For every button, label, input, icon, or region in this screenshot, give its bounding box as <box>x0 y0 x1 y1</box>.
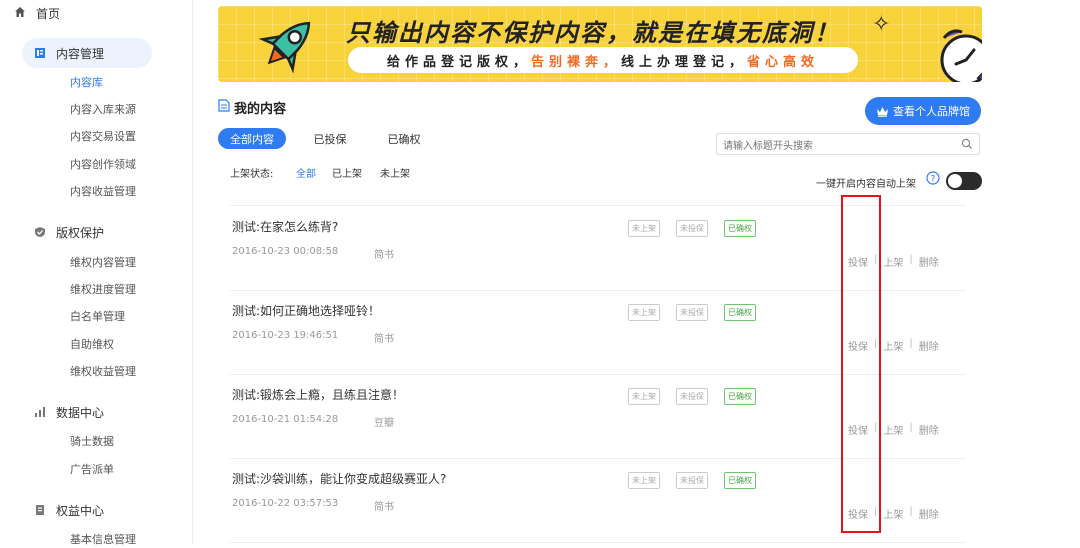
banner-sub-3: 线上办理登记， <box>621 54 748 70</box>
row-source: 简书 <box>374 502 394 513</box>
brand-hall-label: 查看个人品牌馆 <box>893 105 970 118</box>
row-date: 2016-10-23 19:46:51 <box>232 330 339 341</box>
row-date: 2016-10-21 01:54:28 <box>232 414 339 425</box>
separator: | <box>909 506 913 517</box>
tag-unlisted: 未上架 <box>628 304 660 321</box>
sidebar-item-whitelist[interactable]: 白名单管理 <box>70 309 125 325</box>
tag-uninsured: 未投保 <box>676 304 708 321</box>
tag-confirmed: 已确权 <box>724 388 756 405</box>
shield-icon <box>35 227 45 237</box>
banner-sub-4: 省心高效 <box>747 54 820 70</box>
sidebar-item-basic-info[interactable]: 基本信息管理 <box>70 532 136 548</box>
sidebar-item-rider-data[interactable]: 骑士数据 <box>70 434 114 450</box>
delete-button[interactable]: 删除 <box>919 506 939 521</box>
separator: | <box>909 338 913 349</box>
promo-banner[interactable]: 只输出内容不保护内容，就是在填无底洞！ ✧ 给作品登记版权， 告别裸奔， 线上办… <box>218 6 982 82</box>
delete-button[interactable]: 删除 <box>919 338 939 353</box>
row-date: 2016-10-22 03:57:53 <box>232 498 339 509</box>
sidebar-group-label: 权益中心 <box>56 503 105 518</box>
sidebar-item-self-rights[interactable]: 自助维权 <box>70 337 114 353</box>
sidebar-item-content-field[interactable]: 内容创作领域 <box>70 157 136 173</box>
separator: | <box>909 422 913 433</box>
sidebar-group-label: 数据中心 <box>56 405 105 420</box>
sidebar: 首页 内容管理 内容库 内容入库来源 内容交易设置 内容创作领域 内容收益管理 … <box>0 0 193 546</box>
sidebar-group-content[interactable]: 内容管理 <box>22 38 152 68</box>
sparkle-icon: ✧ <box>872 12 891 37</box>
banner-subtitle: 给作品登记版权， 告别裸奔， 线上办理登记， 省心高效 <box>348 47 858 73</box>
search-box[interactable] <box>716 133 980 157</box>
bar-chart-icon <box>35 407 45 417</box>
row-title[interactable]: 测试:在家怎么练背? <box>232 218 338 235</box>
search-icon[interactable] <box>961 138 973 150</box>
filter-listed[interactable]: 已上架 <box>332 165 362 180</box>
filter-label: 上架状态: <box>230 169 274 180</box>
row-title[interactable]: 测试:沙袋训练，能让你变成超级赛亚人? <box>232 470 446 487</box>
sidebar-item-content-income[interactable]: 内容收益管理 <box>70 184 136 200</box>
tab-all-content[interactable]: 全部内容 <box>218 128 286 149</box>
tag-confirmed: 已确权 <box>724 304 756 321</box>
tag-unlisted: 未上架 <box>628 472 660 489</box>
rocket-icon <box>258 21 311 74</box>
tab-insured[interactable]: 已投保 <box>302 128 358 149</box>
sidebar-item-content-trade[interactable]: 内容交易设置 <box>70 129 136 145</box>
document-icon <box>218 99 230 112</box>
row-source: 豆瓣 <box>374 418 394 429</box>
sidebar-item-content-source[interactable]: 内容入库来源 <box>70 102 136 118</box>
crown-icon <box>877 106 888 117</box>
search-input[interactable] <box>717 136 959 157</box>
tag-unlisted: 未上架 <box>628 388 660 405</box>
sidebar-group-rights[interactable]: 权益中心 <box>22 495 152 525</box>
auto-list-label: 一键开启内容自动上架 <box>816 179 916 190</box>
auto-list-toggle[interactable] <box>946 172 982 190</box>
brand-hall-button[interactable]: 查看个人品牌馆 <box>865 97 981 125</box>
tag-confirmed: 已确权 <box>724 220 756 237</box>
tag-unlisted: 未上架 <box>628 220 660 237</box>
svg-text:?: ? <box>931 175 936 185</box>
tag-uninsured: 未投保 <box>676 388 708 405</box>
banner-sub-2: 告别裸奔， <box>530 54 621 70</box>
sidebar-item-ad-dispatch[interactable]: 广告派单 <box>70 462 114 478</box>
row-title[interactable]: 测试:锻炼会上瘾，且练且注意！ <box>232 386 404 403</box>
sidebar-group-label: 内容管理 <box>56 46 105 61</box>
separator: | <box>909 254 913 265</box>
sidebar-item-rights-income[interactable]: 维权收益管理 <box>70 364 136 380</box>
delete-button[interactable]: 删除 <box>919 254 939 269</box>
sidebar-item-home[interactable]: 首页 <box>36 4 60 22</box>
row-date: 2016-10-23 00:08:58 <box>232 246 339 257</box>
highlight-box <box>841 195 881 533</box>
sidebar-item-rights-progress[interactable]: 维权进度管理 <box>70 282 136 298</box>
sidebar-group-data[interactable]: 数据中心 <box>22 397 152 427</box>
page-title: 我的内容 <box>234 102 287 117</box>
rights-icon <box>36 505 44 515</box>
home-icon <box>15 7 25 17</box>
list-divider <box>230 542 966 543</box>
help-icon[interactable]: ? <box>926 171 940 185</box>
row-title[interactable]: 测试:如何正确地选择哑铃！ <box>232 302 380 319</box>
sidebar-item-rights-content[interactable]: 维权内容管理 <box>70 255 136 271</box>
sidebar-group-copyright[interactable]: 版权保护 <box>22 217 152 247</box>
tag-uninsured: 未投保 <box>676 472 708 489</box>
tag-confirmed: 已确权 <box>724 472 756 489</box>
list-button[interactable]: 上架 <box>883 422 903 437</box>
tag-uninsured: 未投保 <box>676 220 708 237</box>
sidebar-group-label: 版权保护 <box>56 225 105 240</box>
delete-button[interactable]: 删除 <box>919 422 939 437</box>
row-source: 简书 <box>374 250 394 261</box>
content-icon <box>35 48 45 58</box>
filter-unlisted[interactable]: 未上架 <box>380 165 410 180</box>
list-button[interactable]: 上架 <box>883 506 903 521</box>
sidebar-item-content-library[interactable]: 内容库 <box>70 75 103 91</box>
row-source: 简书 <box>374 334 394 345</box>
banner-sub-1: 给作品登记版权， <box>386 54 531 70</box>
list-button[interactable]: 上架 <box>883 338 903 353</box>
filter-all[interactable]: 全部 <box>296 165 316 180</box>
list-button[interactable]: 上架 <box>883 254 903 269</box>
clock-icon <box>940 29 982 82</box>
banner-title: 只输出内容不保护内容，就是在填无底洞！ <box>346 19 840 47</box>
tab-confirmed[interactable]: 已确权 <box>376 128 432 149</box>
